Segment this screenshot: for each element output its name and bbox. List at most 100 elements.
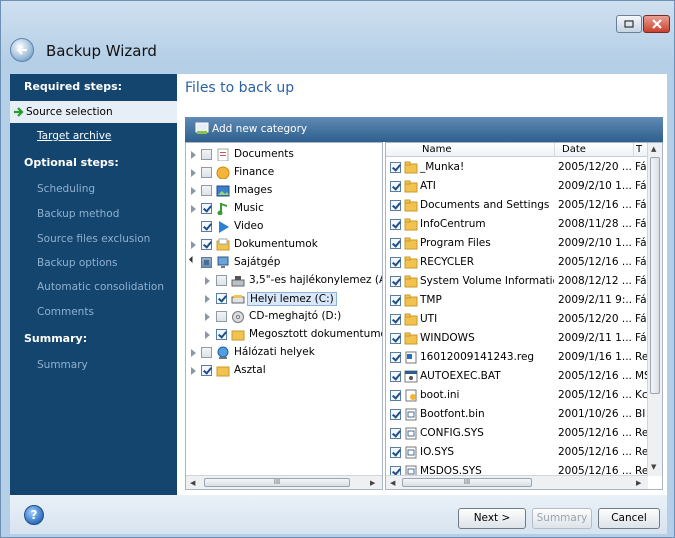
checkbox[interactable] [390, 314, 401, 325]
scroll-left-icon[interactable]: ◀ [190, 479, 195, 487]
file-row[interactable]: TMP 2009/2/11 9:... Fá [386, 291, 648, 310]
file-row[interactable]: UTI 2005/12/20 ... Fá [386, 310, 648, 329]
tree-horizontal-scrollbar[interactable]: ◀ III ▶ [186, 475, 382, 489]
checkbox[interactable] [201, 221, 212, 232]
tree-item[interactable]: Documents [186, 146, 382, 164]
scroll-up-icon[interactable]: ▲ [651, 145, 656, 153]
file-row[interactable]: IO.SYS 2005/12/16 ... Re [386, 443, 648, 462]
sidebar-item-comments[interactable]: Comments [10, 301, 177, 323]
checkbox[interactable] [390, 428, 401, 439]
file-row[interactable]: Documents and Settings 2005/12/16 ... Fá [386, 196, 648, 215]
checkbox[interactable] [390, 447, 401, 458]
sidebar-item-source-files-exclusion[interactable]: Source files exclusion [10, 228, 177, 250]
tree-item[interactable]: Finance [186, 164, 382, 182]
list-horizontal-scrollbar[interactable]: ◀ III ▶ [386, 475, 648, 489]
checkbox[interactable] [216, 275, 227, 286]
checkbox[interactable] [390, 371, 401, 382]
file-list-vertical-scrollbar[interactable]: ▲ ▼ [647, 143, 662, 476]
file-row[interactable]: _Munka! 2005/12/20 ... Fá [386, 158, 648, 177]
file-row[interactable]: InfoCentrum 2008/11/28 ... Fá [386, 215, 648, 234]
checkbox[interactable] [201, 347, 212, 358]
file-row[interactable]: RECYCLER 2005/12/16 ... Fá [386, 253, 648, 272]
tree-item-selected[interactable]: Helyi lemez (C:) [186, 290, 382, 308]
checkbox[interactable] [390, 276, 401, 287]
checkbox[interactable] [390, 219, 401, 230]
scroll-thumb-vertical[interactable] [650, 157, 660, 394]
checkbox[interactable] [201, 239, 212, 250]
sidebar-item-summary[interactable]: Summary [10, 354, 177, 376]
expand-icon[interactable] [205, 277, 210, 285]
checkbox[interactable] [201, 149, 212, 160]
scroll-thumb[interactable]: III [402, 478, 532, 487]
file-row[interactable]: boot.ini 2005/12/16 ... Kc [386, 386, 648, 405]
expand-icon[interactable] [191, 241, 196, 249]
add-new-category-button[interactable]: Add new category [185, 117, 663, 142]
checkbox[interactable] [390, 295, 401, 306]
column-type[interactable]: T [636, 144, 642, 155]
tree-item[interactable]: Hálózati helyek [186, 344, 382, 362]
expand-icon[interactable] [191, 349, 196, 357]
tree-item[interactable]: Dokumentumok [186, 236, 382, 254]
expand-icon[interactable] [205, 313, 210, 321]
tree-item[interactable]: Video [186, 218, 382, 236]
checkbox[interactable] [390, 352, 401, 363]
checkbox[interactable] [201, 257, 212, 268]
file-row[interactable]: Program Files 2009/2/10 1... Fá [386, 234, 648, 253]
checkbox[interactable] [216, 293, 227, 304]
scroll-left-icon[interactable]: ◀ [390, 479, 395, 487]
scroll-thumb[interactable]: III [204, 478, 350, 487]
scroll-down-icon[interactable]: ▼ [651, 463, 656, 471]
scroll-right-icon[interactable]: ▶ [636, 479, 641, 487]
sidebar-item-scheduling[interactable]: Scheduling [10, 178, 177, 200]
checkbox[interactable] [390, 409, 401, 420]
file-row[interactable]: Bootfont.bin 2001/10/26 ... BI [386, 405, 648, 424]
expand-icon[interactable] [191, 205, 196, 213]
checkbox[interactable] [201, 203, 212, 214]
close-button[interactable] [643, 15, 670, 33]
expand-icon[interactable] [205, 331, 210, 339]
checkbox[interactable] [390, 257, 401, 268]
checkbox[interactable] [390, 238, 401, 249]
help-button[interactable]: ? [24, 505, 44, 525]
next-button[interactable]: Next > [458, 508, 526, 529]
sidebar-item-backup-options[interactable]: Backup options [10, 252, 177, 274]
tree-item[interactable]: 3,5"-es hajlékonylemez (A:) [186, 272, 382, 290]
column-name[interactable]: Name [422, 144, 452, 155]
checkbox[interactable] [390, 333, 401, 344]
expand-icon[interactable] [191, 187, 196, 195]
sidebar-item-target-archive[interactable]: Target archive [10, 125, 177, 147]
expand-icon[interactable] [191, 169, 196, 177]
tree-item[interactable]: Images [186, 182, 382, 200]
scroll-right-icon[interactable]: ▶ [370, 479, 375, 487]
file-row[interactable]: WINDOWS 2009/2/11 1... Fá [386, 329, 648, 348]
checkbox[interactable] [216, 329, 227, 340]
folder-tree[interactable]: Documents Finance Images Music Video Dok… [185, 142, 383, 490]
tree-item[interactable]: Asztal [186, 362, 382, 380]
sidebar-item-automatic-consolidation[interactable]: Automatic consolidation [10, 276, 177, 298]
minimize-button[interactable] [616, 15, 642, 33]
tree-item[interactable]: CD-meghajtó (D:) [186, 308, 382, 326]
sidebar-item-backup-method[interactable]: Backup method [10, 203, 177, 225]
checkbox[interactable] [216, 311, 227, 322]
cancel-button[interactable]: Cancel [598, 508, 660, 529]
checkbox[interactable] [201, 365, 212, 376]
checkbox[interactable] [390, 200, 401, 211]
sidebar-item-source-selection[interactable]: Source selection [10, 101, 177, 123]
column-date[interactable]: Date [562, 144, 586, 155]
checkbox[interactable] [201, 167, 212, 178]
summary-button[interactable]: Summary [532, 508, 592, 529]
file-row[interactable]: CONFIG.SYS 2005/12/16 ... Re [386, 424, 648, 443]
file-list[interactable]: Name Date T _Munka! 2005/12/20 ... Fá ATI 20… [385, 142, 663, 490]
back-arrow-icon[interactable] [10, 38, 34, 62]
file-row[interactable]: System Volume Information 2008/12/12 ... F… [386, 272, 648, 291]
checkbox[interactable] [390, 390, 401, 401]
tree-item[interactable]: Sajátgép [186, 254, 382, 272]
checkbox[interactable] [201, 185, 212, 196]
tree-item[interactable]: Megosztott dokumentumok [186, 326, 382, 344]
expand-icon[interactable] [205, 295, 210, 303]
file-row[interactable]: AUTOEXEC.BAT2005/12/16 ...MS [386, 367, 649, 386]
tree-item[interactable]: Music [186, 200, 382, 218]
expand-icon[interactable] [191, 367, 196, 375]
collapse-icon[interactable] [188, 255, 197, 264]
checkbox[interactable] [390, 162, 401, 173]
